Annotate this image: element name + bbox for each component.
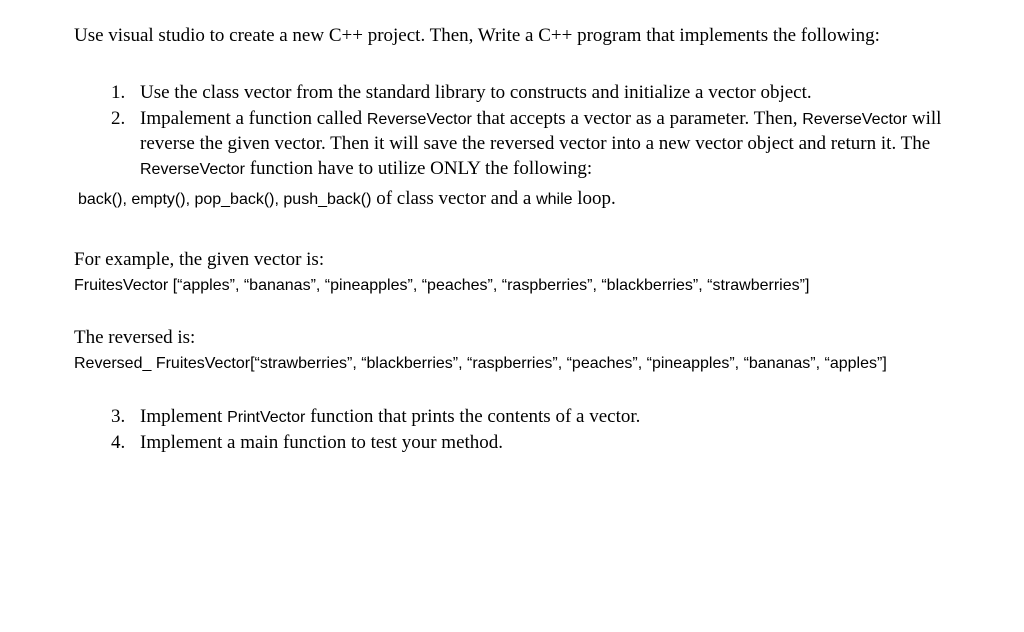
methods-note: back(), empty(), pop_back(), push_back()… [78, 187, 984, 212]
while-keyword: while [536, 191, 572, 208]
example-reversed-content: Reversed_ FruitesVector[“strawberries”, … [74, 353, 984, 375]
vector-methods: back(), empty(), pop_back(), push_back() [78, 191, 371, 208]
item2-text-1: Impalement a function called [140, 108, 367, 129]
list-item-2: Impalement a function called ReverseVect… [130, 107, 984, 181]
example-given-content: FruitesVector [“apples”, “bananas”, “pin… [74, 275, 984, 297]
requirements-list: Use the class vector from the standard l… [74, 81, 984, 182]
reverse-vector-fn-1: ReverseVector [367, 111, 472, 128]
item3-text-1: Implement [140, 406, 227, 427]
reverse-vector-fn-2: ReverseVector [802, 111, 907, 128]
item2-text-4: function have to utilize ONLY the follow… [245, 158, 592, 179]
list-item-1: Use the class vector from the standard l… [130, 81, 984, 106]
item3-text-2: function that prints the contents of a v… [305, 406, 640, 427]
list-item-4: Implement a main function to test your m… [130, 431, 984, 456]
example-reversed: The reversed is: Reversed_ FruitesVector… [74, 326, 984, 374]
example-reversed-heading: The reversed is: [74, 326, 984, 351]
example-given-heading: For example, the given vector is: [74, 248, 984, 273]
methods-tail-1: of class vector and a [371, 188, 536, 209]
list-item-3: Implement PrintVector function that prin… [130, 405, 984, 430]
example-given: For example, the given vector is: Fruite… [74, 248, 984, 296]
item2-text-2: that accepts a vector as a parameter. Th… [472, 108, 802, 129]
print-vector-fn: PrintVector [227, 409, 305, 426]
methods-tail-2: loop. [573, 188, 616, 209]
intro-paragraph: Use visual studio to create a new C++ pr… [74, 24, 984, 49]
requirements-list-continued: Implement PrintVector function that prin… [74, 405, 984, 456]
reverse-vector-fn-3: ReverseVector [140, 161, 245, 178]
